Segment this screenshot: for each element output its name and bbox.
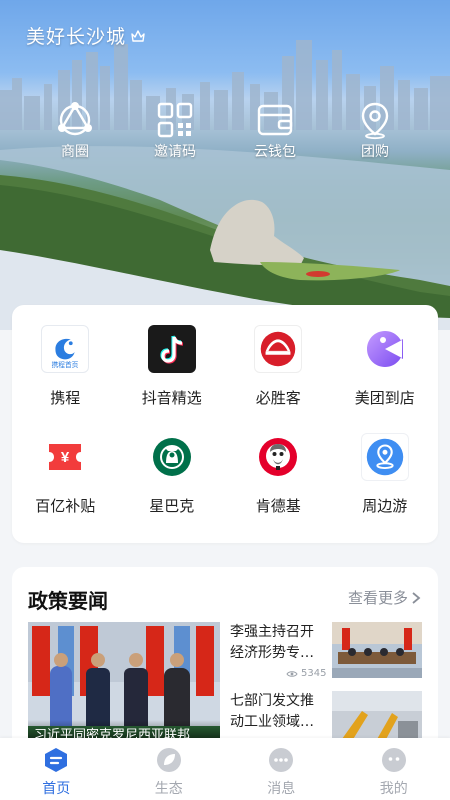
wallet-icon — [257, 104, 293, 136]
pizza-hut-icon — [254, 325, 303, 373]
app-starbucks-label: 星巴克 — [149, 497, 195, 515]
meituan-icon — [361, 325, 409, 373]
app-nearby-travel-label: 周边游 — [362, 497, 408, 515]
crown-icon — [131, 29, 145, 42]
app-pizza-hut[interactable]: 必胜客 — [225, 325, 332, 408]
news-item-thumbnail — [332, 622, 422, 678]
qr-code-icon — [157, 102, 193, 138]
eye-icon — [286, 670, 298, 677]
chevron-right-icon — [412, 591, 421, 604]
app-subsidy-label: 百亿补贴 — [35, 497, 96, 515]
ctrip-icon: 携程首页 — [41, 325, 90, 373]
quick-business-district[interactable]: 商圈 — [25, 100, 125, 161]
quick-actions: 商圈 邀请码 云钱包 团购 — [0, 100, 450, 161]
app-kfc[interactable]: 肯德基 — [225, 433, 332, 516]
quick-business-district-label: 商圈 — [61, 144, 89, 160]
tab-ecology[interactable]: 生态 — [113, 738, 226, 800]
starbucks-icon — [148, 433, 196, 481]
app-nearby-travel[interactable]: 周边游 — [332, 433, 439, 516]
location-pin-icon — [361, 102, 389, 140]
app-pizza-hut-label: 必胜客 — [255, 389, 301, 407]
ecology-icon — [156, 748, 181, 772]
city-river-scene — [0, 40, 450, 330]
city-title-text: 美好长沙城 — [26, 26, 127, 48]
app-ctrip-label: 携程 — [50, 389, 81, 407]
tab-profile-label: 我的 — [379, 781, 408, 797]
quick-invite-code-label: 邀请码 — [154, 144, 196, 160]
subsidy-ticket-icon: ¥ — [41, 433, 89, 481]
app-meituan-label: 美团到店 — [354, 389, 415, 407]
featured-news-image[interactable]: 习近平同密克罗尼西亚联邦 — [28, 622, 220, 742]
svg-text:携程首页: 携程首页 — [52, 360, 79, 369]
douyin-icon — [147, 325, 196, 373]
view-more-link[interactable]: 查看更多 — [348, 587, 422, 608]
tab-home-label: 首页 — [42, 781, 71, 797]
app-douyin-label: 抖音精选 — [141, 389, 202, 407]
view-more-label: 查看更多 — [347, 589, 408, 607]
app-kfc-label: 肯德基 — [255, 497, 301, 515]
kfc-icon — [254, 433, 302, 481]
app-grid-card: 携程首页 携程 抖音精选 必胜客 美团到店 ¥ 百亿补贴 星巴克 肯德基 周边游 — [12, 305, 438, 543]
tab-home[interactable]: 首页 — [0, 738, 113, 800]
tab-ecology-label: 生态 — [154, 781, 183, 797]
policy-news-card: 政策要闻 查看更多 习近平同密克罗尼西亚联邦 李强主持召开经济形势专… 5345… — [12, 567, 438, 767]
news-item-title: 七部门发文推动工业领域… — [230, 693, 314, 730]
quick-group-buy-label: 团购 — [361, 144, 389, 160]
quick-invite-code[interactable]: 邀请码 — [125, 100, 225, 161]
message-icon — [269, 748, 294, 772]
quick-cloud-wallet[interactable]: 云钱包 — [225, 100, 325, 161]
bottom-tab-bar: 首页 生态 消息 我的 — [0, 738, 450, 800]
home-icon — [45, 748, 68, 772]
tab-messages-label: 消息 — [267, 781, 296, 797]
business-district-icon — [58, 102, 92, 136]
tab-profile[interactable]: 我的 — [338, 738, 450, 800]
svg-text:¥: ¥ — [61, 449, 70, 466]
app-starbucks[interactable]: 星巴克 — [119, 433, 226, 516]
news-section-title: 政策要闻 — [28, 589, 108, 613]
quick-cloud-wallet-label: 云钱包 — [254, 144, 296, 160]
hero-banner: 美好长沙城 商圈 邀请码 云钱包 团购 — [0, 0, 450, 330]
profile-icon — [381, 748, 406, 772]
app-meituan[interactable]: 美团到店 — [332, 325, 439, 408]
app-ctrip[interactable]: 携程首页 携程 — [12, 325, 119, 408]
news-item-title: 李强主持召开经济形势专… — [230, 624, 314, 661]
app-douyin[interactable]: 抖音精选 — [119, 325, 226, 408]
news-item-view-count: 5345 — [301, 668, 327, 679]
app-subsidy[interactable]: ¥ 百亿补贴 — [12, 433, 119, 516]
tab-messages[interactable]: 消息 — [225, 738, 338, 800]
nearby-travel-icon — [360, 433, 409, 481]
quick-group-buy[interactable]: 团购 — [325, 100, 425, 161]
city-title: 美好长沙城 — [26, 22, 146, 49]
news-item-views: 5345 — [286, 668, 326, 679]
